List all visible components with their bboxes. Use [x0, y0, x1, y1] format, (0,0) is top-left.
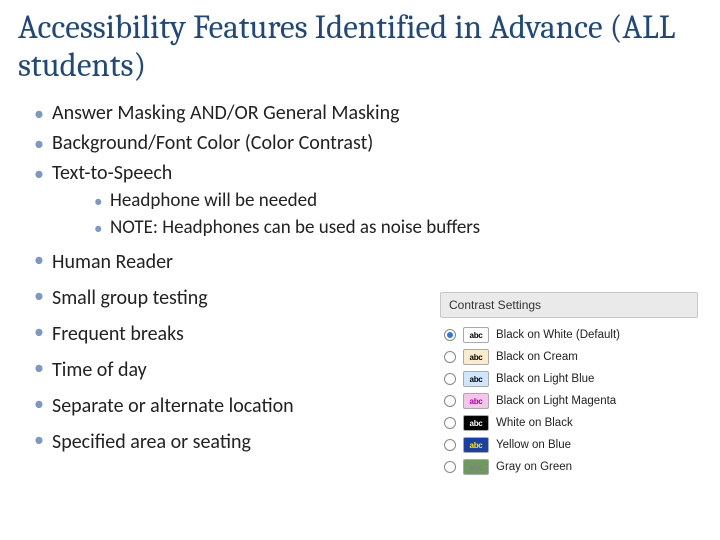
contrast-option[interactable]: abc Black on White (Default): [440, 324, 698, 346]
contrast-options: abc Black on White (Default) abc Black on C…: [440, 324, 698, 478]
contrast-option[interactable]: abc Black on Light Blue: [440, 368, 698, 390]
bullet-text: Text-to-Speech: [52, 161, 172, 185]
contrast-option-label: White on Black: [496, 417, 573, 429]
radio-icon[interactable]: [444, 417, 456, 429]
contrast-swatch: abc: [463, 371, 489, 387]
bullet-text: Time of day: [52, 358, 147, 382]
radio-icon[interactable]: [444, 373, 456, 385]
contrast-swatch: abc: [463, 437, 489, 453]
radio-icon[interactable]: [444, 329, 456, 341]
contrast-option[interactable]: abc Black on Cream: [440, 346, 698, 368]
bullet-text: Small group testing: [52, 286, 208, 310]
radio-icon[interactable]: [444, 351, 456, 363]
radio-icon[interactable]: [444, 395, 456, 407]
contrast-swatch: abc: [463, 393, 489, 409]
contrast-option-label: Yellow on Blue: [496, 439, 571, 451]
radio-icon[interactable]: [444, 461, 456, 473]
list-item: Background/Font Color (Color Contrast): [18, 128, 700, 158]
bullet-text: Specified area or seating: [52, 430, 251, 454]
contrast-option[interactable]: abc Black on Light Magenta: [440, 390, 698, 412]
list-item: Headphone will be needed: [52, 187, 700, 214]
bullet-list-top: Answer Masking AND/OR General Masking Ba…: [18, 98, 700, 244]
contrast-swatch: abc: [463, 327, 489, 343]
list-item: NOTE: Headphones can be used as noise bu…: [52, 214, 700, 241]
contrast-swatch: abc: [463, 415, 489, 431]
contrast-option[interactable]: abc Yellow on Blue: [440, 434, 698, 456]
contrast-settings-panel: Contrast Settings abc Black on White (Def…: [440, 292, 698, 478]
contrast-panel-title: Contrast Settings: [440, 292, 698, 318]
list-item: Text-to-Speech Headphone will be needed …: [18, 158, 700, 244]
slide-title: Accessibility Features Identified in Adv…: [18, 10, 700, 86]
contrast-swatch: abc: [463, 349, 489, 365]
bullet-text: Frequent breaks: [52, 322, 184, 346]
contrast-option[interactable]: abc Gray on Green: [440, 456, 698, 478]
contrast-option-label: Black on White (Default): [496, 329, 620, 341]
list-item: Answer Masking AND/OR General Masking: [18, 98, 700, 128]
bullet-text: Headphone will be needed: [110, 189, 317, 212]
sub-bullet-list: Headphone will be needed NOTE: Headphone…: [52, 187, 700, 241]
contrast-option-label: Gray on Green: [496, 461, 572, 473]
contrast-option-label: Black on Light Blue: [496, 373, 594, 385]
contrast-option-label: Black on Cream: [496, 351, 578, 363]
contrast-option-label: Black on Light Magenta: [496, 395, 616, 407]
contrast-option[interactable]: abc White on Black: [440, 412, 698, 434]
radio-icon[interactable]: [444, 439, 456, 451]
bullet-text: Human Reader: [52, 250, 173, 274]
bullet-text: Answer Masking AND/OR General Masking: [52, 101, 400, 125]
bullet-text: Separate or alternate location: [52, 394, 294, 418]
contrast-swatch: abc: [463, 459, 489, 475]
bullet-text: NOTE: Headphones can be used as noise bu…: [110, 216, 480, 239]
list-item: Human Reader: [18, 244, 700, 280]
bullet-text: Background/Font Color (Color Contrast): [52, 131, 373, 155]
